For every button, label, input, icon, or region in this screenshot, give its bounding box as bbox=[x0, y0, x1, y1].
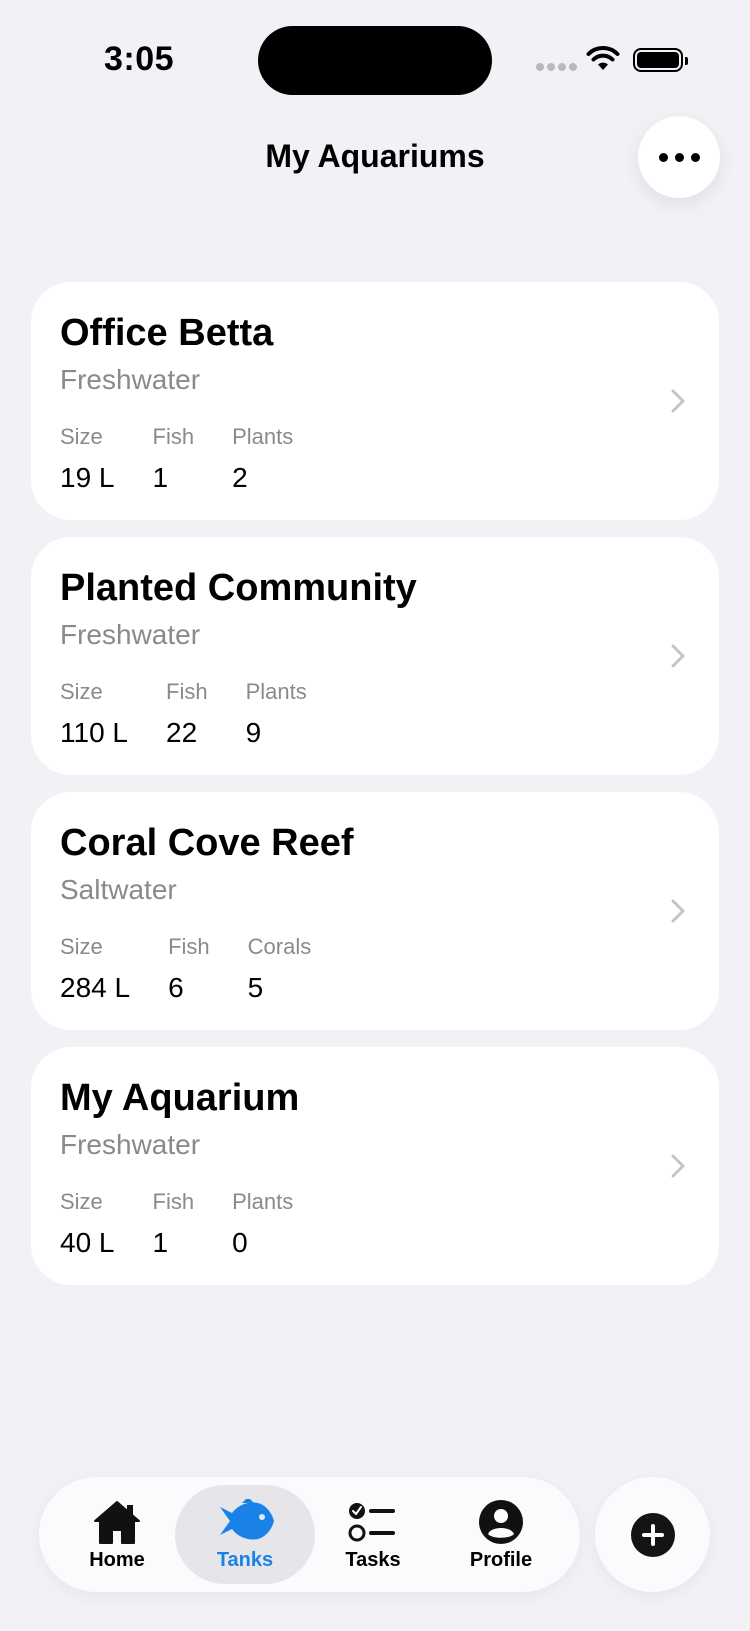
stat-plants: Plants 2 bbox=[232, 424, 293, 494]
stat-value: 110 L bbox=[60, 717, 128, 748]
screen: 3:05 My Aquariums Office Betta Freshwate… bbox=[0, 0, 750, 1631]
stat-value: 40 L bbox=[60, 1227, 115, 1258]
tab-tasks[interactable]: Tasks bbox=[303, 1485, 443, 1584]
tab-label: Home bbox=[89, 1549, 145, 1571]
stat-label: Corals bbox=[247, 934, 312, 959]
cellular-signal-icon bbox=[536, 63, 577, 73]
stat-label: Plants bbox=[232, 1189, 294, 1214]
battery-icon bbox=[633, 48, 688, 72]
stat-value: 2 bbox=[232, 462, 248, 493]
stat-label: Plants bbox=[232, 424, 294, 449]
stat-label: Fish bbox=[166, 679, 208, 704]
tank-type: Freshwater bbox=[60, 619, 201, 650]
stat-value: 22 bbox=[166, 717, 198, 748]
person-icon bbox=[479, 1500, 523, 1544]
tank-card[interactable]: Coral Cove Reef Saltwater Size 284 L Fis… bbox=[31, 792, 719, 1030]
stat-value: 1 bbox=[152, 1227, 169, 1258]
tab-home[interactable]: Home bbox=[47, 1485, 187, 1584]
tank-name: Coral Cove Reef bbox=[60, 822, 354, 864]
tab-label: Tanks bbox=[216, 1549, 274, 1571]
tank-name: My Aquarium bbox=[60, 1077, 300, 1119]
stat-label: Plants bbox=[245, 679, 307, 704]
status-time: 3:05 bbox=[104, 40, 175, 78]
stat-corals: Corals 5 bbox=[248, 934, 312, 1004]
tank-type: Freshwater bbox=[60, 1129, 201, 1160]
dynamic-island bbox=[258, 26, 492, 95]
stat-value: 19 L bbox=[60, 462, 115, 493]
stat-label: Fish bbox=[152, 424, 195, 449]
ellipsis-icon bbox=[658, 152, 668, 162]
stat-value: 0 bbox=[232, 1227, 248, 1258]
stat-size: Size 284 L bbox=[60, 934, 130, 1004]
stat-label: Fish bbox=[152, 1189, 195, 1214]
tank-stats: Size 40 L Fish 1 Plants 0 bbox=[60, 1189, 331, 1259]
tank-card[interactable]: Office Betta Freshwater Size 19 L Fish 1… bbox=[31, 282, 719, 520]
stat-value: 1 bbox=[152, 462, 169, 493]
stat-fish: Fish 1 bbox=[153, 1189, 195, 1259]
stat-value: 5 bbox=[247, 972, 264, 1003]
tank-card[interactable]: Planted Community Freshwater Size 110 L … bbox=[31, 537, 719, 775]
stat-label: Size bbox=[60, 1189, 103, 1214]
tank-stats: Size 19 L Fish 1 Plants 2 bbox=[60, 424, 331, 494]
tab-bar: Home Tanks Tasks Profile bbox=[39, 1477, 580, 1592]
chevron-right-icon bbox=[671, 644, 685, 668]
add-tank-button[interactable] bbox=[595, 1477, 710, 1592]
chevron-right-icon bbox=[671, 389, 685, 413]
chevron-right-icon bbox=[671, 1154, 685, 1178]
stat-label: Size bbox=[60, 424, 103, 449]
tank-stats: Size 284 L Fish 6 Corals 5 bbox=[60, 934, 349, 1004]
tab-label: Tasks bbox=[345, 1549, 401, 1571]
fish-icon bbox=[220, 1499, 274, 1540]
tank-list: Office Betta Freshwater Size 19 L Fish 1… bbox=[31, 282, 719, 1302]
stat-size: Size 110 L bbox=[60, 679, 128, 749]
tank-stats: Size 110 L Fish 22 Plants 9 bbox=[60, 679, 345, 749]
more-options-button[interactable] bbox=[638, 116, 720, 198]
stat-label: Fish bbox=[168, 934, 210, 959]
stat-value: 284 L bbox=[60, 972, 131, 1003]
stat-fish: Fish 6 bbox=[168, 934, 210, 1004]
tank-type: Saltwater bbox=[60, 874, 177, 905]
tank-type: Freshwater bbox=[60, 364, 201, 395]
stat-label: Size bbox=[60, 679, 103, 704]
tab-tanks[interactable]: Tanks bbox=[175, 1485, 315, 1584]
stat-value: 9 bbox=[245, 717, 262, 748]
stat-size: Size 19 L bbox=[60, 424, 115, 494]
chevron-right-icon bbox=[671, 899, 685, 923]
plus-icon bbox=[630, 1512, 675, 1557]
stat-value: 6 bbox=[168, 972, 184, 1003]
stat-size: Size 40 L bbox=[60, 1189, 115, 1259]
tank-name: Planted Community bbox=[60, 567, 417, 609]
checklist-icon bbox=[348, 1503, 395, 1542]
tank-card[interactable]: My Aquarium Freshwater Size 40 L Fish 1 … bbox=[31, 1047, 719, 1285]
tab-profile[interactable]: Profile bbox=[431, 1485, 571, 1584]
stat-label: Size bbox=[60, 934, 103, 959]
stat-fish: Fish 1 bbox=[153, 424, 195, 494]
house-icon bbox=[94, 1501, 140, 1544]
tab-label: Profile bbox=[469, 1549, 533, 1571]
stat-plants: Plants 0 bbox=[232, 1189, 293, 1259]
stat-fish: Fish 22 bbox=[166, 679, 208, 749]
tank-name: Office Betta bbox=[60, 312, 274, 354]
wifi-icon bbox=[586, 46, 620, 70]
stat-plants: Plants 9 bbox=[246, 679, 307, 749]
